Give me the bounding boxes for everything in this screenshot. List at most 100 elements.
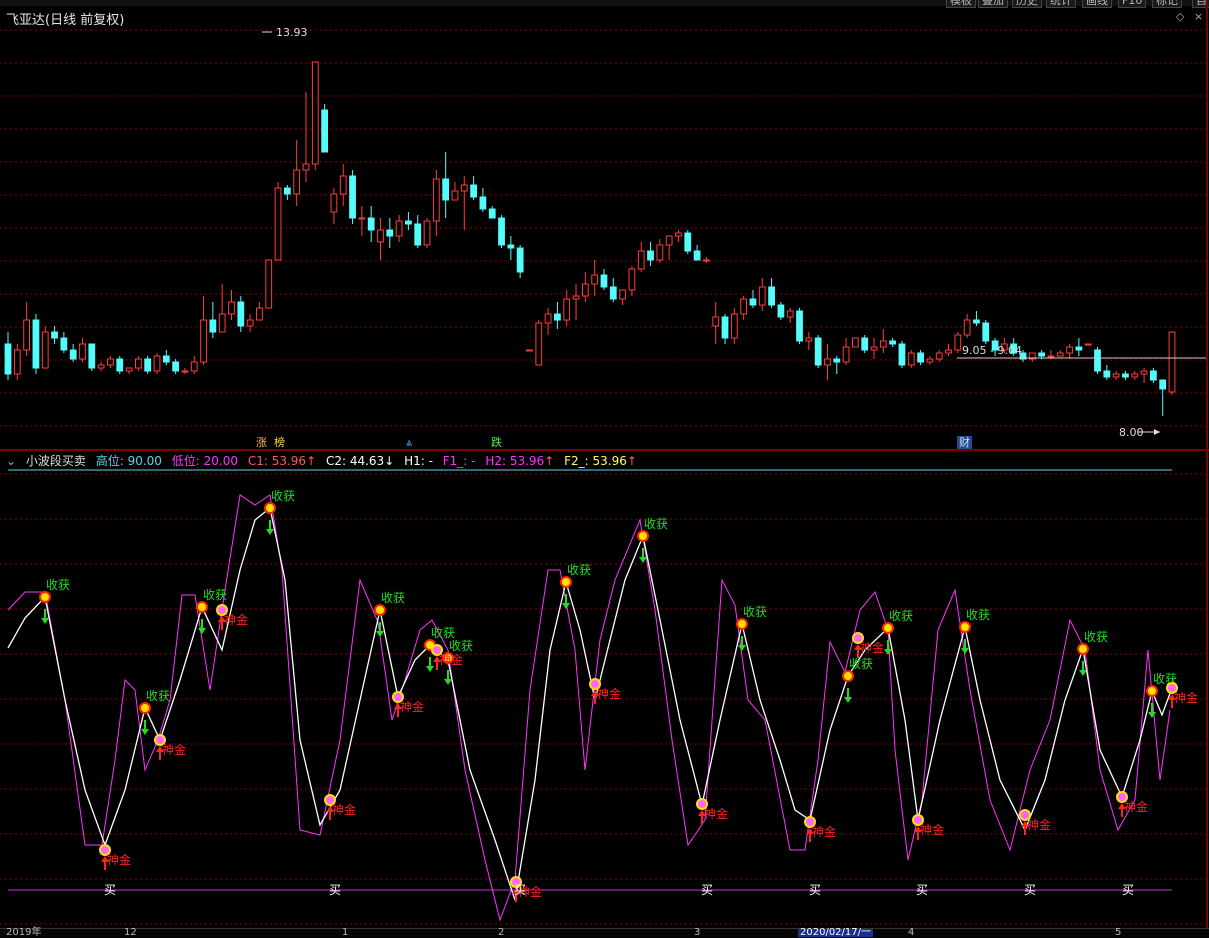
sell-dot — [736, 618, 748, 630]
candle-body — [1131, 373, 1139, 378]
sell-label: 收获 — [431, 626, 455, 640]
candle-body — [1103, 370, 1111, 378]
sell-label: 收获 — [46, 578, 70, 592]
candle-body — [1168, 331, 1176, 393]
candle-body — [414, 223, 422, 246]
candle-body — [51, 331, 58, 339]
candle-body — [935, 352, 943, 360]
candle-body — [172, 361, 180, 372]
candle-body — [311, 61, 319, 165]
range-price-label: 9.05 - 9.04 — [962, 344, 1022, 357]
indicator-h1: H1: - — [404, 454, 433, 468]
buy-label: 神金 — [400, 699, 424, 714]
candle-body — [190, 361, 198, 372]
candle-body — [982, 322, 990, 342]
sell-arrow-head-icon — [41, 618, 49, 624]
candle-body — [321, 109, 328, 153]
sell-arrow-head-icon — [1079, 670, 1087, 676]
candle-body — [386, 229, 394, 237]
date-label-apr: 4 — [908, 927, 915, 938]
buy-label: 神金 — [704, 806, 728, 821]
sell-arrow-head-icon — [426, 666, 434, 672]
candle-body — [107, 358, 114, 366]
candle-body — [507, 244, 515, 249]
candle-body — [945, 349, 952, 354]
candle-body — [293, 169, 301, 195]
candle-body — [377, 229, 384, 243]
candle-body — [442, 178, 450, 201]
candle-body — [954, 334, 962, 351]
candle-body — [405, 220, 412, 225]
candle-body — [563, 298, 571, 321]
indicator-c1: C1: 53.96 — [247, 454, 307, 468]
buy-bottom-label: 买 — [1024, 883, 1036, 897]
candle-body — [125, 367, 133, 372]
indicator-name[interactable]: 小波段买卖 — [26, 454, 86, 468]
candle-body — [703, 259, 710, 262]
candle-body — [1075, 346, 1083, 351]
candle-body — [423, 220, 431, 246]
candle-body — [842, 346, 850, 363]
candle-body — [805, 337, 813, 342]
candle-body — [535, 322, 543, 366]
event-tag-arrow-icon[interactable]: ⩓ — [404, 436, 414, 449]
signal-markers: 收获收获收获收获收获收获收获收获收获收获收获收获 收获收获收获神金神金神金神金神金… — [39, 489, 1198, 902]
candle-body — [69, 349, 77, 360]
candle-body — [544, 313, 552, 324]
sell-arrow-head-icon — [562, 603, 570, 609]
candle-body — [228, 301, 235, 315]
candle-body — [684, 232, 692, 252]
collapse-icon[interactable]: ⌄ — [6, 454, 16, 468]
candlestick-series — [4, 61, 1176, 416]
candle-body — [814, 337, 822, 366]
candle-body — [302, 163, 310, 171]
candle-body — [740, 298, 748, 315]
sell-label: 收获 — [1084, 630, 1108, 644]
sell-label: 收获 — [743, 605, 767, 619]
candle-body — [498, 217, 505, 246]
candle-body — [907, 352, 915, 366]
event-tag-rank[interactable]: 榜 — [272, 436, 287, 449]
indicator-f1: F1_: - — [442, 454, 476, 468]
candle-body — [479, 196, 487, 210]
sell-dot — [139, 702, 151, 714]
candle-body — [265, 259, 273, 309]
candle-body — [432, 178, 440, 222]
candle-body — [41, 331, 49, 369]
candle-body — [1140, 370, 1148, 375]
sell-arrow-head-icon — [639, 557, 647, 563]
low-arrow-icon — [1154, 429, 1160, 435]
candle-body — [572, 295, 580, 300]
sell-label: 收获 — [889, 609, 913, 623]
date-label-dec: 12 — [124, 927, 137, 938]
event-tag-fall[interactable]: 跌 — [489, 436, 504, 449]
event-tag-rise[interactable]: 涨 — [254, 436, 269, 449]
candle-body — [4, 343, 12, 375]
candle-body — [488, 208, 496, 219]
date-label-may: 5 — [1115, 927, 1122, 938]
candle-body — [181, 370, 189, 373]
candle-body — [768, 286, 775, 306]
buy-bottom-label: 买 — [701, 883, 713, 897]
candle-body — [1112, 373, 1120, 378]
candle-body — [852, 337, 859, 348]
candle-body — [870, 346, 878, 351]
sell-arrow-head-icon — [266, 529, 274, 535]
candle-body — [796, 310, 803, 342]
event-tag-finance[interactable]: 财 — [957, 436, 972, 449]
sell-arrow-head-icon — [198, 628, 206, 634]
candle-body — [144, 358, 152, 372]
candle-body — [656, 244, 664, 261]
candle-body — [786, 310, 794, 318]
buy-label: 神金 — [812, 824, 836, 839]
candle-body — [88, 343, 96, 369]
candle-body — [256, 307, 263, 321]
sell-label: 收获 — [567, 563, 591, 577]
indicator-header: ⌄ 小波段买卖 高位: 90.00 低位: 20.00 C1: 53.96↑ C… — [6, 454, 637, 468]
buy-label: 神金 — [439, 652, 463, 667]
selected-date[interactable]: 2020/02/17/一 — [798, 928, 874, 938]
candle-body — [237, 301, 245, 327]
buy-bottom-label: 买 — [1122, 883, 1134, 897]
candle-body — [749, 298, 757, 306]
candle-body — [1038, 352, 1046, 357]
